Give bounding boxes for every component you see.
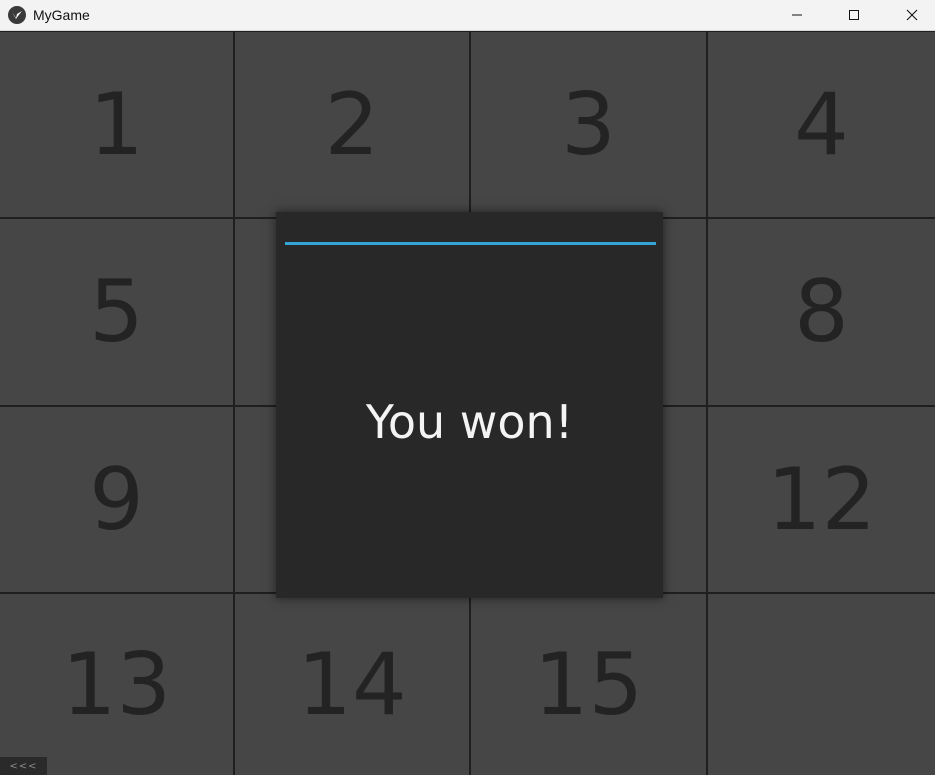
kivy-app-icon: [8, 6, 26, 24]
window-title: MyGame: [33, 7, 90, 23]
tile[interactable]: 5: [0, 219, 233, 405]
maximize-icon: [849, 10, 859, 20]
tile[interactable]: 14: [235, 594, 469, 775]
popup-title-separator: [285, 242, 656, 245]
tile[interactable]: 8: [708, 219, 935, 405]
win-popup[interactable]: You won!: [276, 212, 663, 598]
tile[interactable]: 3: [471, 32, 706, 217]
tile-number: 8: [794, 262, 849, 362]
tile-number: 14: [297, 634, 407, 735]
tile-number: 15: [533, 634, 644, 735]
minimize-icon: [792, 14, 802, 16]
tile-number: 4: [794, 74, 849, 175]
tile-number: 1: [89, 74, 144, 175]
tile-number: 12: [766, 449, 877, 550]
close-icon: [906, 9, 918, 21]
tile-number: 9: [89, 449, 144, 550]
minimize-button[interactable]: [774, 0, 820, 30]
tile-number: 13: [61, 634, 172, 735]
tile[interactable]: 12: [708, 407, 935, 592]
title-bar[interactable]: MyGame: [0, 0, 935, 31]
tile[interactable]: 15: [471, 594, 706, 775]
app-window: MyGame 1 2 3 4 5 6 7 8 9 10: [0, 0, 935, 775]
tile[interactable]: 2: [235, 32, 469, 217]
empty-tile[interactable]: [708, 594, 935, 775]
tile-number: 3: [561, 74, 616, 175]
tile[interactable]: 9: [0, 407, 233, 592]
close-button[interactable]: [889, 0, 935, 30]
tile-number: 2: [324, 74, 380, 175]
maximize-button[interactable]: [831, 0, 877, 30]
tile[interactable]: 13: [0, 594, 233, 775]
tile[interactable]: 1: [0, 32, 233, 217]
inspector-toggle-label: <<<: [9, 760, 38, 772]
tile-number: 5: [89, 262, 144, 362]
popup-message: You won!: [365, 395, 574, 449]
inspector-toggle-button[interactable]: <<<: [0, 757, 47, 775]
tile[interactable]: 4: [708, 32, 935, 217]
